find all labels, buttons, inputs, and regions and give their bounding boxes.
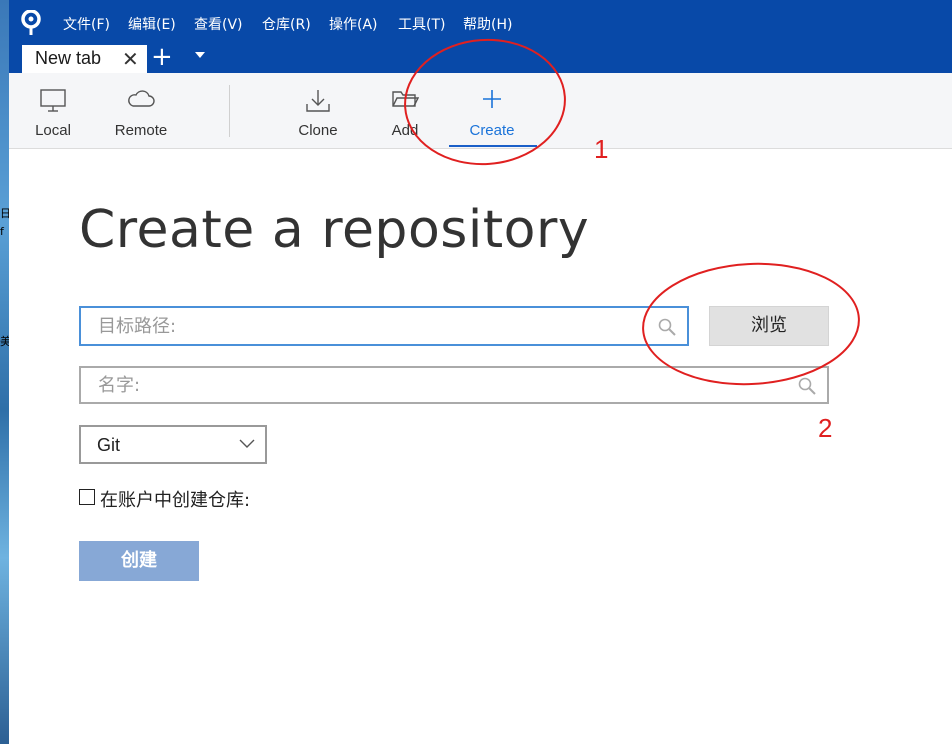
search-icon [798, 377, 816, 395]
destination-path-input[interactable] [81, 308, 687, 344]
tab-label: New tab [35, 48, 102, 68]
plus-icon [483, 90, 501, 108]
repository-name-input[interactable] [81, 368, 827, 402]
add-tab-button[interactable]: + [151, 43, 173, 71]
local-button[interactable]: Local [23, 73, 83, 148]
create-repository-panel: Create a repository 浏览 Git [9, 150, 952, 744]
add-button[interactable]: Add [381, 73, 429, 148]
menu-file[interactable]: 文件(F) [63, 14, 110, 34]
tab-strip: New tab ✕ + [9, 43, 952, 73]
chevron-down-icon [239, 439, 255, 448]
desktop-text-fragment: 日 [0, 207, 9, 220]
annotation-number-1: 1 [594, 134, 609, 164]
create-on-account-checkbox[interactable] [79, 489, 95, 505]
remote-label: Remote [114, 122, 168, 139]
toolbar: Local Remote Clone Add Create [9, 73, 952, 149]
folder-open-icon [392, 91, 419, 107]
desktop-background: 日 f 美 [0, 0, 9, 744]
close-icon[interactable]: ✕ [122, 48, 139, 70]
annotation-number-2: 2 [818, 413, 833, 443]
tab-new-tab[interactable]: New tab ✕ [22, 45, 147, 73]
menu-view[interactable]: 查看(V) [194, 14, 243, 34]
desktop-text-fragment: 美 [0, 335, 9, 348]
desktop-text-fragment: f [0, 225, 4, 238]
vcs-type-select[interactable]: Git [79, 425, 267, 464]
create-tab-button[interactable]: Create [459, 73, 525, 148]
cloud-icon [128, 90, 155, 107]
screen: 日 f 美 文件(F) 编辑(E) 查看(V) 仓库(R) 操作(A) 工具(T… [0, 0, 952, 744]
menu-repository[interactable]: 仓库(R) [262, 14, 311, 34]
toolbar-divider [229, 85, 230, 137]
menu-edit[interactable]: 编辑(E) [128, 14, 176, 34]
destination-path-field[interactable] [79, 306, 689, 346]
sourcetree-logo-icon [21, 10, 41, 35]
create-label: Create [469, 122, 515, 139]
monitor-icon [40, 89, 66, 112]
browse-button[interactable]: 浏览 [709, 306, 829, 346]
local-label: Local [35, 122, 71, 139]
vcs-selected-value: Git [97, 435, 121, 455]
clone-label: Clone [298, 122, 338, 139]
sourcetree-window: 文件(F) 编辑(E) 查看(V) 仓库(R) 操作(A) 工具(T) 帮助(H… [9, 0, 952, 744]
download-icon [306, 90, 330, 112]
menu-help[interactable]: 帮助(H) [463, 14, 512, 34]
page-title: Create a repository [79, 200, 590, 260]
create-button[interactable]: 创建 [79, 541, 199, 581]
active-tab-indicator [449, 145, 537, 147]
create-on-account-label: 在账户中创建仓库: [100, 490, 251, 511]
menu-bar: 文件(F) 编辑(E) 查看(V) 仓库(R) 操作(A) 工具(T) 帮助(H… [9, 0, 952, 45]
menu-tools[interactable]: 工具(T) [398, 14, 445, 34]
repository-name-field[interactable] [79, 366, 829, 404]
add-label: Add [391, 122, 419, 139]
chevron-down-icon[interactable] [195, 52, 205, 58]
menu-actions[interactable]: 操作(A) [329, 14, 378, 34]
search-icon[interactable] [657, 317, 677, 337]
clone-button[interactable]: Clone [289, 73, 347, 148]
remote-button[interactable]: Remote [105, 73, 177, 148]
